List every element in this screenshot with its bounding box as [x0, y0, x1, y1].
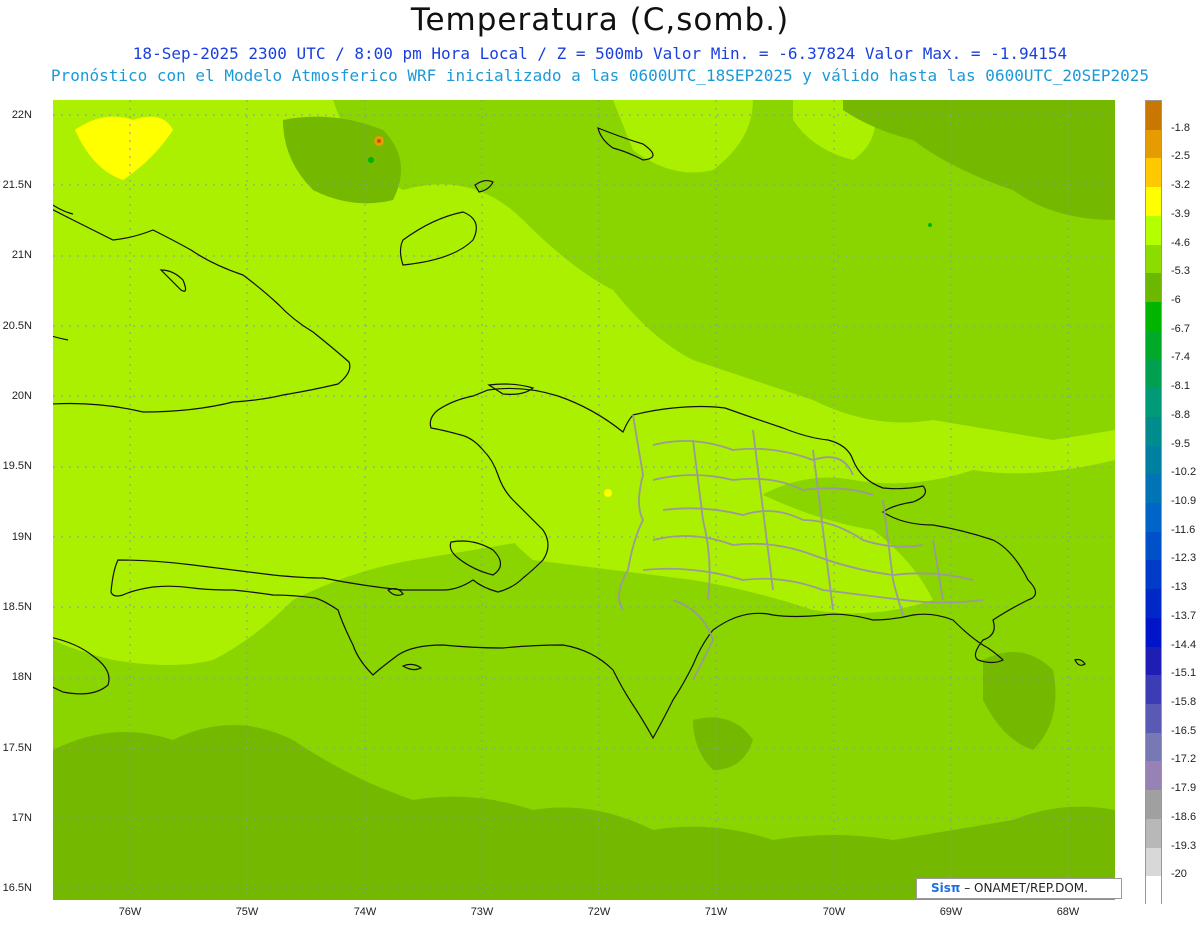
- legend-swatch: [1146, 646, 1161, 676]
- legend-label: -15.8: [1171, 696, 1197, 708]
- legend-label: -19.3: [1171, 839, 1197, 852]
- model-info-line: Pronóstico con el Modelo Atmosferico WRF…: [50, 66, 1150, 85]
- legend-label: -9.5: [1171, 437, 1190, 450]
- lat-label: 20.5N: [2, 320, 32, 332]
- legend-swatch: [1146, 273, 1161, 303]
- legend-swatch: [1146, 761, 1161, 791]
- legend-label: -8.1: [1171, 380, 1190, 393]
- legend-label: -16.5: [1171, 724, 1197, 737]
- legend-label: -5.3: [1171, 265, 1190, 278]
- valid-time-line: 18-Sep-2025 2300 UTC / 8:00 pm Hora Loca…: [132, 44, 1068, 63]
- lat-label: 20N: [11, 390, 32, 402]
- legend-label: -10.2: [1171, 466, 1197, 479]
- legend-swatch: [1146, 215, 1161, 246]
- onamet-label: – ONAMET/REP.DOM.: [964, 881, 1088, 895]
- lon-label: 76W: [118, 906, 142, 918]
- lat-label: 16.5N: [2, 882, 32, 894]
- lat-label: 19.5N: [2, 460, 32, 472]
- legend-swatch: [1146, 704, 1161, 734]
- legend-swatch: [1146, 187, 1161, 217]
- legend-swatch: [1146, 675, 1161, 705]
- legend-swatch: [1146, 302, 1161, 332]
- legend-label: -13.7: [1171, 609, 1197, 622]
- legend-swatch: [1146, 474, 1161, 504]
- lon-label: 75W: [235, 906, 259, 918]
- legend-swatch: [1146, 244, 1161, 274]
- legend-swatch: [1146, 101, 1161, 131]
- lat-label: 22N: [11, 109, 32, 121]
- lat-label: 17N: [11, 812, 32, 824]
- lon-label: 68W: [1056, 906, 1080, 918]
- legend-label: -6.7: [1171, 322, 1190, 335]
- legend-swatch: [1146, 560, 1161, 590]
- legend-label: -7.4: [1171, 351, 1190, 364]
- credit-box: Sisπ – ONAMET/REP.DOM.: [916, 878, 1122, 899]
- lat-label: 18.5N: [2, 601, 32, 613]
- legend-swatch: [1146, 732, 1161, 762]
- legend-label: -17.2: [1171, 753, 1197, 766]
- legend-label: -11.6: [1171, 523, 1196, 536]
- lon-label: 73W: [470, 906, 494, 918]
- sispi-logo-text: Sisπ: [931, 881, 961, 895]
- legend-label: -4.6: [1171, 236, 1190, 249]
- lon-label: 69W: [939, 906, 963, 918]
- legend-swatch: [1146, 589, 1161, 619]
- legend-label: -8.8: [1171, 408, 1190, 421]
- legend-label: -13: [1171, 581, 1187, 594]
- legend-label: -17.9: [1171, 782, 1197, 795]
- legend-label: -15.1: [1171, 667, 1197, 680]
- legend-label: -6: [1171, 294, 1181, 306]
- legend-swatch: [1146, 158, 1161, 188]
- legend-swatch: [1146, 531, 1161, 561]
- legend-swatch: [1146, 445, 1161, 475]
- map-title: Temperatura (C,somb.): [410, 2, 790, 38]
- lat-label: 17.5N: [2, 742, 32, 754]
- legend-label: -3.2: [1171, 179, 1190, 192]
- legend-swatch: [1146, 359, 1161, 389]
- lat-label: 18N: [11, 671, 32, 683]
- legend-swatch: [1146, 876, 1161, 906]
- legend-swatch: [1146, 330, 1161, 360]
- legend-label: -14.4: [1171, 638, 1197, 651]
- legend-swatch: [1146, 388, 1161, 418]
- legend-swatch: [1146, 847, 1161, 877]
- legend-label: -10.9: [1171, 495, 1197, 507]
- color-scale: [1145, 100, 1162, 906]
- lon-label: 72W: [587, 906, 611, 918]
- legend-label: -20: [1171, 868, 1187, 881]
- legend-label: -3.9: [1171, 207, 1190, 220]
- lon-label: 74W: [353, 906, 377, 918]
- legend-swatch: [1146, 617, 1161, 648]
- lon-label: 71W: [704, 906, 728, 918]
- lat-label: 21.5N: [2, 179, 32, 191]
- lat-label: 21N: [11, 249, 32, 261]
- legend-swatch: [1146, 503, 1161, 533]
- lat-label: 19N: [11, 531, 32, 543]
- legend-swatch: [1146, 416, 1161, 447]
- legend-label: -18.6: [1171, 810, 1197, 823]
- forecast-map: [53, 100, 1115, 900]
- legend-label: -1.8: [1171, 121, 1190, 134]
- legend-swatch: [1146, 790, 1161, 820]
- lon-label: 70W: [822, 906, 846, 918]
- legend-swatch: [1146, 129, 1161, 159]
- legend-label: -2.5: [1171, 150, 1190, 163]
- legend-label: -12.3: [1171, 552, 1197, 565]
- legend-swatch: [1146, 818, 1161, 849]
